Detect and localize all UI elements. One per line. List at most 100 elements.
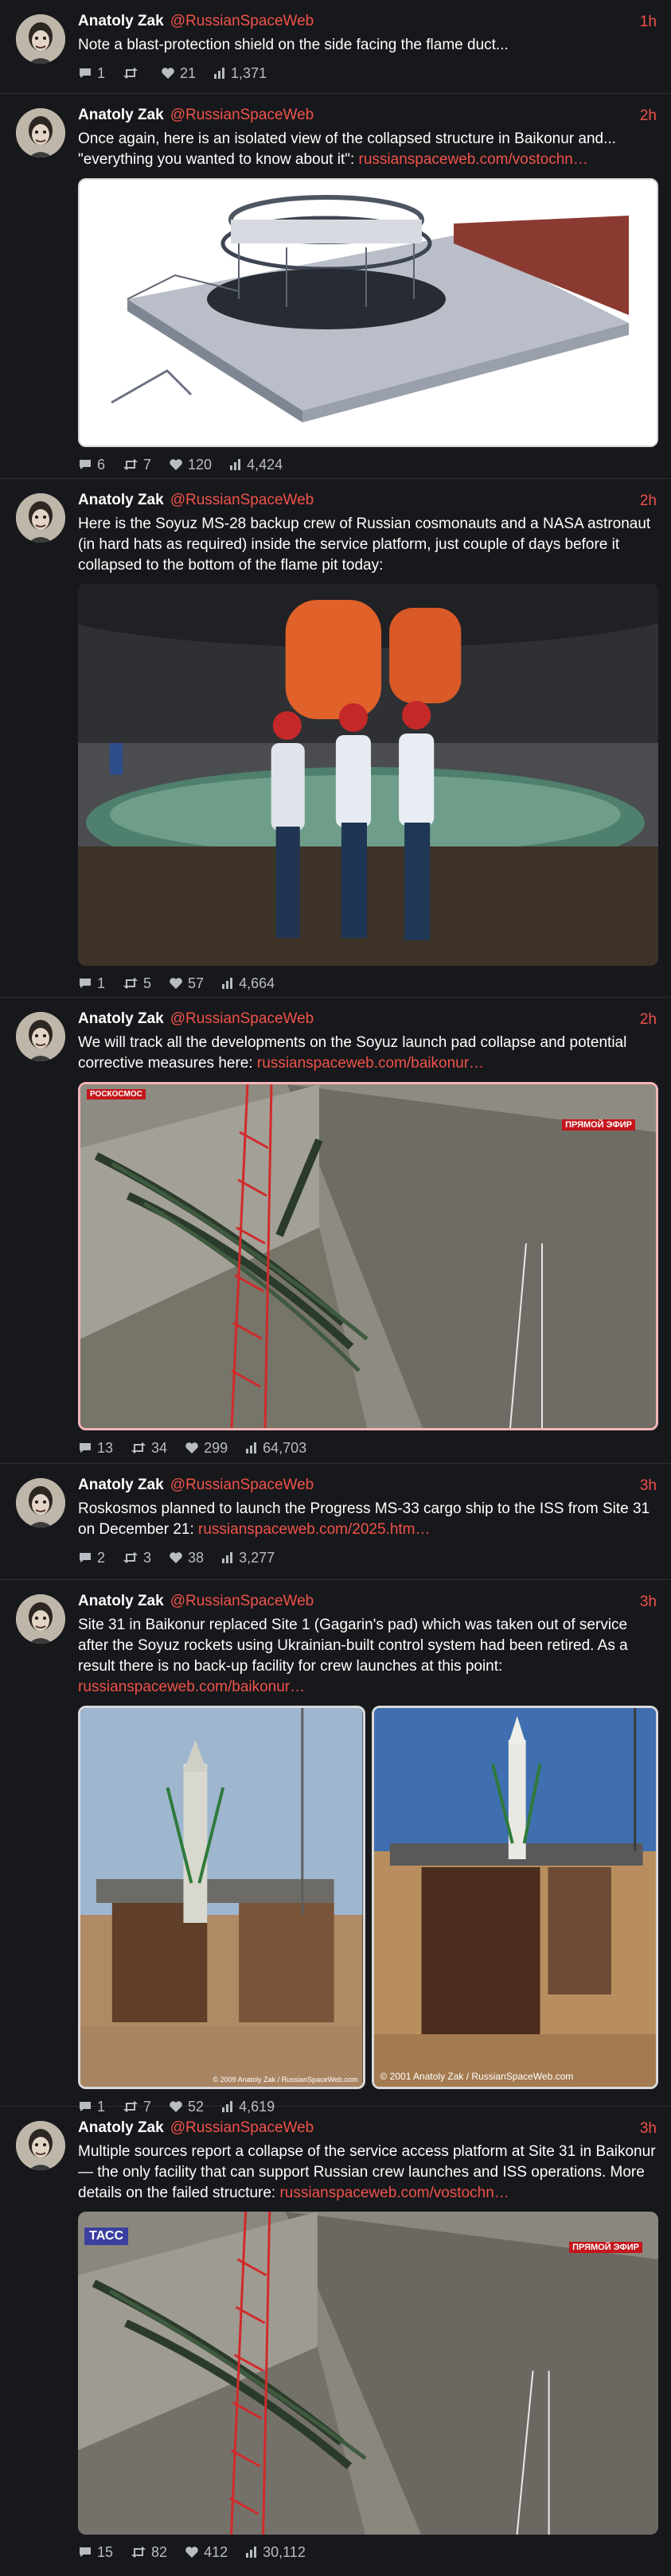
avatar[interactable] [16,1594,65,1644]
timestamp[interactable]: 2h [640,492,657,510]
avatar[interactable] [16,1478,65,1527]
author-handle[interactable]: @RussianSpaceWeb [170,492,314,509]
retweet-icon [131,1442,146,1453]
timestamp[interactable]: 3h [640,1593,657,1611]
tweet-video[interactable]: РОСКОСМОС ПРЯМОЙ ЭФИР [78,1082,658,1430]
reply-stat[interactable]: 15 [78,2544,113,2561]
reply-stat[interactable]: 1 [78,975,105,992]
author-name[interactable]: Anatoly Zak [78,1477,164,1494]
views-stat[interactable]: 64,703 [245,1440,306,1457]
views-icon [246,2547,257,2558]
reply-stat[interactable]: 13 [78,1440,113,1457]
reply-stat[interactable]: 6 [78,457,105,473]
like-stat[interactable]: 57 [169,975,204,992]
reply-icon [80,2547,91,2557]
timestamp[interactable]: 1h [640,14,657,31]
tweet[interactable]: Anatoly Zak @RussianSpaceWeb 2h We will … [0,998,671,1464]
retweet-stat[interactable]: 3 [123,1550,151,1566]
video-overlay-right: ПРЯМОЙ ЭФИР [562,1119,635,1130]
retweet-count: 3 [143,1549,152,1566]
tweet-link[interactable]: russianspaceweb.com/baikonur… [78,1679,305,1695]
reply-count: 1 [97,975,106,991]
views-icon [222,1552,233,1563]
like-stat[interactable]: 299 [185,1440,228,1457]
like-stat[interactable]: 38 [169,1550,204,1566]
tweet-image[interactable] [78,584,658,966]
retweet-stat[interactable]: 5 [123,975,151,992]
author-handle[interactable]: @RussianSpaceWeb [170,2119,314,2137]
reply-stat[interactable]: 1 [78,65,105,82]
like-icon [170,1552,182,1563]
retweet-icon [123,978,138,989]
tweet-text: Site 31 in Baikonur replaced Site 1 (Gag… [78,1615,658,1698]
like-count: 38 [188,1549,205,1566]
retweet-stat[interactable]: 7 [123,457,151,473]
reply-icon [80,460,91,469]
tweet[interactable]: Anatoly Zak @RussianSpaceWeb 3h Site 31 … [0,1580,671,2115]
author-name[interactable]: Anatoly Zak [78,1010,164,1028]
tweet-image-right[interactable]: © 2001 Anatoly Zak / RussianSpaceWeb.com [371,1706,658,2089]
views-stat[interactable]: 1,371 [213,65,267,82]
tweet[interactable]: Anatoly Zak @RussianSpaceWeb 3h Roskosmo… [0,1464,671,1580]
views-count: 30,112 [263,2543,306,2560]
views-stat[interactable]: 4,664 [221,975,275,992]
author-name[interactable]: Anatoly Zak [78,492,164,509]
reply-icon [80,68,91,78]
avatar[interactable] [16,108,65,158]
author-name[interactable]: Anatoly Zak [78,107,164,124]
author-handle[interactable]: @RussianSpaceWeb [170,1010,314,1028]
tweet-link[interactable]: russianspaceweb.com/vostochn… [279,2185,509,2201]
like-stat[interactable]: 21 [161,65,196,82]
timestamp[interactable]: 2h [640,107,657,125]
author-name[interactable]: Anatoly Zak [78,13,164,30]
author-handle[interactable]: @RussianSpaceWeb [170,107,314,124]
reply-stat[interactable]: 2 [78,1550,105,1566]
reply-count: 2 [97,1549,106,1566]
tweet-stats: 15 82 412 30,112 [78,2543,658,2562]
timestamp[interactable]: 2h [640,1011,657,1029]
avatar[interactable] [16,1012,65,1061]
tweet-text-body: Site 31 in Baikonur replaced Site 1 (Gag… [78,1617,628,1675]
author-handle[interactable]: @RussianSpaceWeb [170,13,314,30]
image-caption-left: © 2009 Anatoly Zak / RussianSpaceWeb.com [213,2076,358,2084]
tweet[interactable]: Anatoly Zak @RussianSpaceWeb 1h Note a b… [0,0,671,94]
views-stat[interactable]: 3,277 [221,1550,275,1566]
tweet-text: Multiple sources report a collapse of th… [78,2142,658,2204]
tweet-text: Note a blast-protection shield on the si… [78,35,658,56]
views-icon [222,978,233,989]
tweet[interactable]: Anatoly Zak @RussianSpaceWeb 2h Here is … [0,479,671,998]
avatar[interactable] [16,2121,65,2170]
avatar[interactable] [16,493,65,543]
retweet-stat[interactable]: 34 [131,1440,167,1457]
tweet-image[interactable] [78,178,658,447]
like-stat[interactable]: 412 [185,2544,228,2561]
tweet-text-body: Here is the Soyuz MS-28 backup crew of R… [78,516,651,574]
tweet-header: Anatoly Zak @RussianSpaceWeb [78,13,658,33]
tweet-link[interactable]: russianspaceweb.com/vostochn… [359,151,588,168]
author-name[interactable]: Anatoly Zak [78,2119,164,2137]
timestamp[interactable]: 3h [640,2120,657,2138]
views-stat[interactable]: 30,112 [245,2544,306,2561]
tweet[interactable]: Anatoly Zak @RussianSpaceWeb 2h Once aga… [0,94,671,479]
author-handle[interactable]: @RussianSpaceWeb [170,1477,314,1494]
views-stat[interactable]: 4,424 [229,457,283,473]
retweet-stat[interactable]: 82 [131,2544,167,2561]
like-icon [185,2547,198,2558]
tweet-text: Once again, here is an isolated view of … [78,129,658,170]
reply-count: 1 [97,64,106,81]
tweet-link[interactable]: russianspaceweb.com/baikonur… [257,1055,484,1072]
timestamp[interactable]: 3h [640,1477,657,1495]
video-overlay-left: РОСКОСМОС [87,1089,146,1099]
tweet-link[interactable]: russianspaceweb.com/2025.htm… [198,1521,430,1538]
tweet-video[interactable]: ТАСС ПРЯМОЙ ЭФИР [78,2212,658,2535]
avatar[interactable] [16,14,65,64]
retweet-count: 82 [151,2543,168,2560]
author-name[interactable]: Anatoly Zak [78,1593,164,1610]
like-stat[interactable]: 120 [169,457,212,473]
retweet-count: 34 [151,1439,168,1456]
tweet-image-pair: © 2009 Anatoly Zak / RussianSpaceWeb.com… [78,1706,658,2089]
author-handle[interactable]: @RussianSpaceWeb [170,1593,314,1610]
retweet-stat[interactable] [123,67,143,80]
tweet[interactable]: Anatoly Zak @RussianSpaceWeb 3h Multiple… [0,2107,671,2576]
tweet-image-left[interactable]: © 2009 Anatoly Zak / RussianSpaceWeb.com [78,1706,365,2089]
